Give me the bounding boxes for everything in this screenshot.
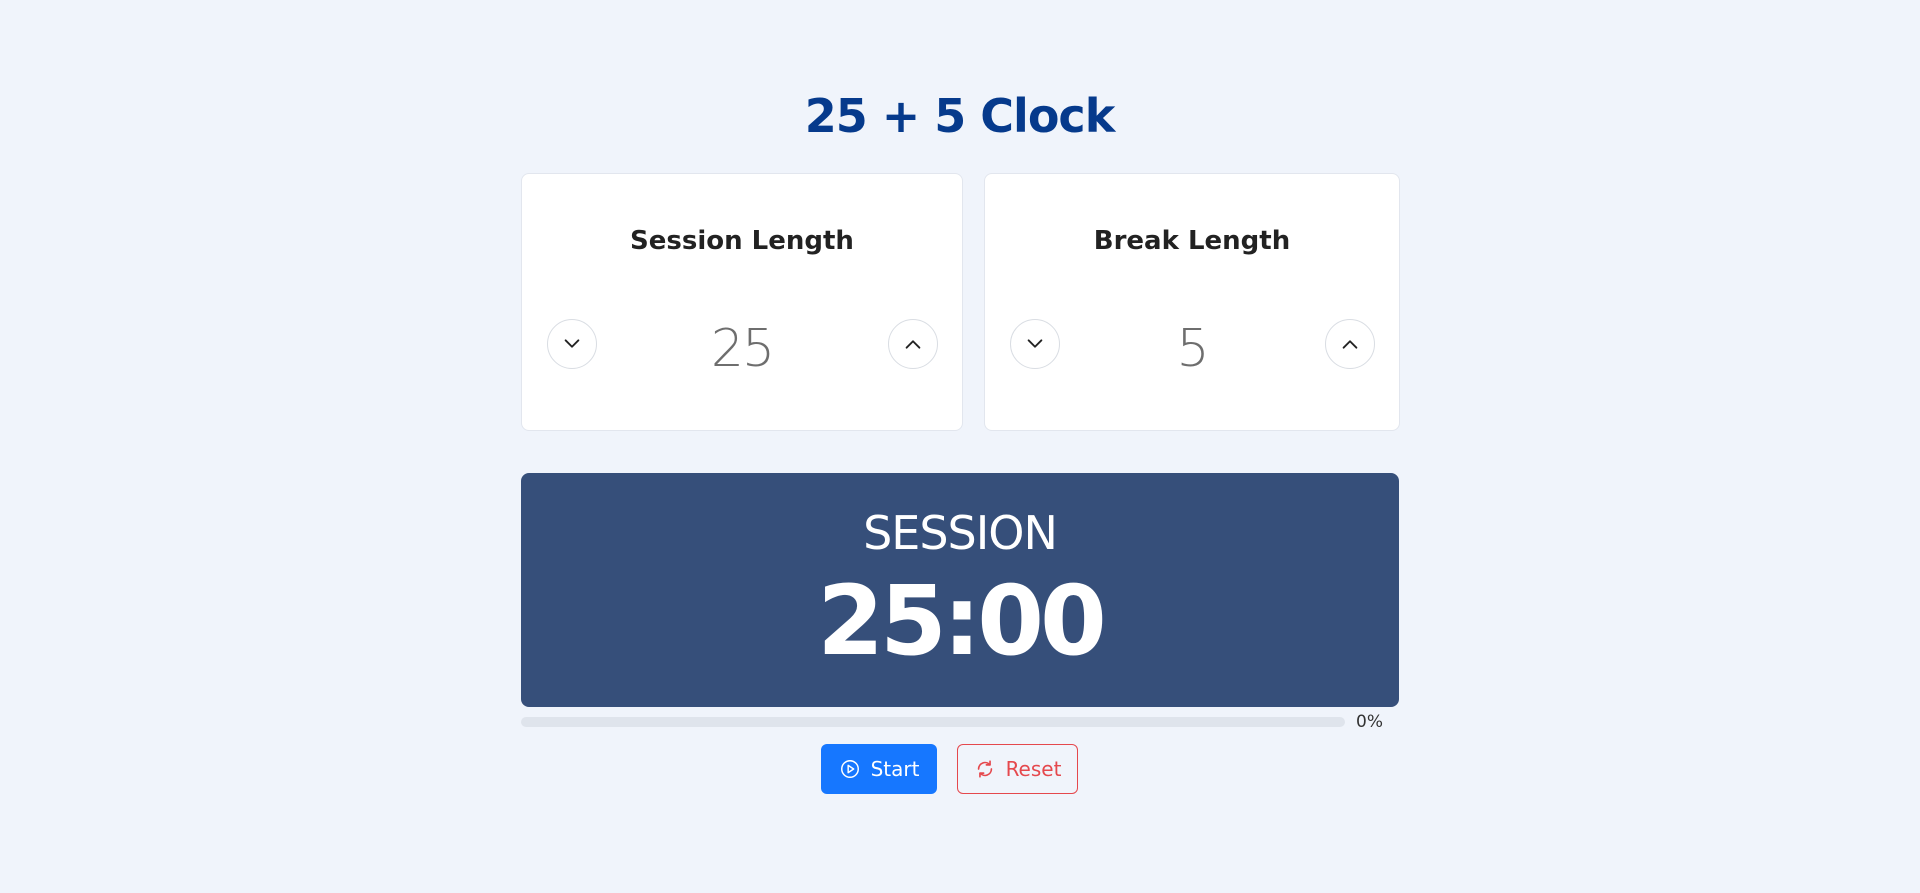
- session-length-card: Session Length 25: [521, 173, 963, 431]
- break-length-card: Break Length 5: [984, 173, 1400, 431]
- session-length-label: Session Length: [630, 226, 854, 256]
- refresh-icon: [977, 760, 992, 778]
- progress-percent-text: 0%: [1356, 712, 1383, 732]
- session-increment-button[interactable]: [888, 319, 938, 369]
- reset-button-label: Reset: [1005, 757, 1062, 781]
- break-length-label: Break Length: [1093, 226, 1291, 256]
- timer-display: SESSION 25:00: [521, 473, 1399, 707]
- page-title: 25 + 5 Clock: [804, 89, 1116, 143]
- progress-bar: [521, 717, 1345, 727]
- chevron-up-icon: [1342, 340, 1358, 349]
- start-button[interactable]: Start: [821, 744, 937, 794]
- time-left: 25:00: [817, 565, 1107, 677]
- reset-button[interactable]: Reset: [957, 744, 1078, 794]
- start-button-label: Start: [870, 757, 920, 781]
- play-circle-icon: [840, 760, 859, 778]
- timer-label: SESSION: [863, 506, 1058, 560]
- break-increment-button[interactable]: [1325, 319, 1375, 369]
- chevron-up-icon: [905, 340, 921, 349]
